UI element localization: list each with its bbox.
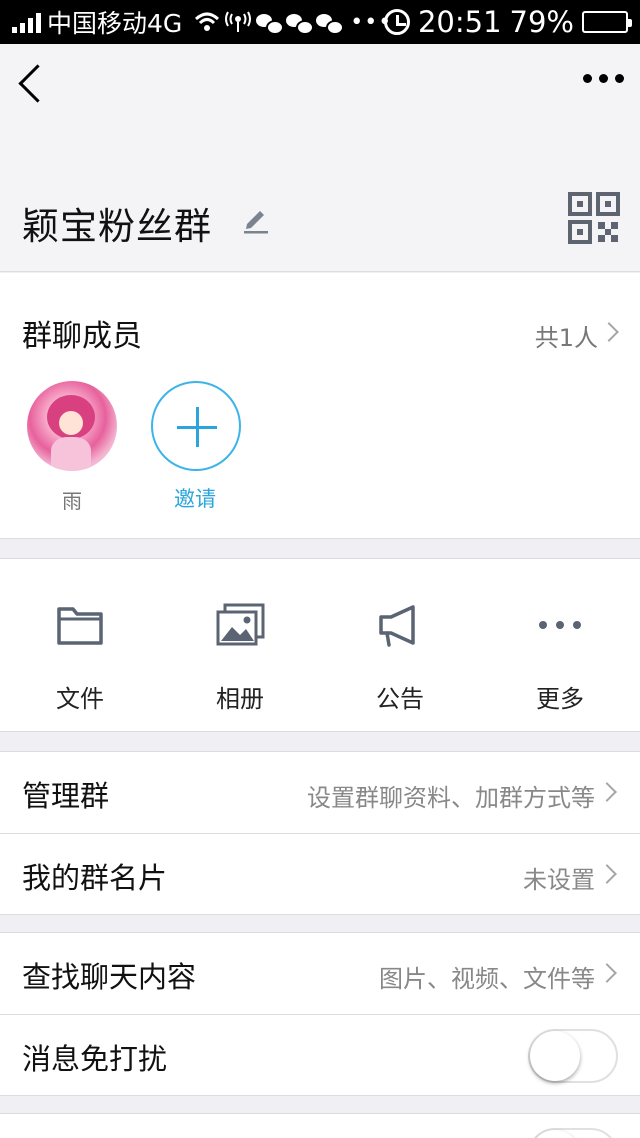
battery-percent: 79% [509, 5, 574, 39]
chevron-right-icon [597, 782, 617, 802]
invite-label[interactable]: 邀请 [174, 483, 216, 513]
wechat-notification-icon [256, 12, 285, 35]
row-label: 消息免打扰 [22, 1042, 168, 1076]
group-header: 颖宝粉丝群 [0, 128, 640, 272]
avatar[interactable] [27, 381, 117, 471]
settings-group-next [0, 1113, 640, 1138]
folder-icon [57, 607, 103, 645]
toggle-switch[interactable] [528, 1128, 618, 1138]
battery-icon [582, 11, 632, 33]
row-label: 查找聊天内容 [22, 960, 197, 994]
pencil-icon[interactable] [241, 204, 271, 234]
row-value: 设置群聊资料、加群方式等 [307, 784, 595, 812]
files-label: 文件 [56, 685, 104, 713]
more-icon [539, 621, 581, 629]
member-name: 雨 [62, 489, 82, 513]
megaphone-icon [379, 605, 415, 647]
announcement-button[interactable]: 公告 [320, 559, 480, 733]
album-button[interactable]: 相册 [160, 559, 320, 733]
row-label: 管理群 [22, 779, 110, 813]
settings-group-chat: 查找聊天内容 图片、视频、文件等 消息免打扰 [0, 932, 640, 1096]
back-icon[interactable] [16, 66, 46, 106]
function-grid: 文件 相册 公告 更多 [0, 558, 640, 732]
row-value: 图片、视频、文件等 [379, 965, 595, 993]
search-chat-row[interactable]: 查找聊天内容 图片、视频、文件等 [0, 933, 640, 1014]
files-button[interactable]: 文件 [0, 559, 160, 733]
more-dots-icon[interactable] [583, 74, 624, 83]
clock: 20:51 [417, 5, 502, 39]
chevron-right-icon [597, 864, 617, 884]
invite-button[interactable] [151, 381, 241, 471]
wechat-notification-icon [316, 12, 345, 35]
more-label: 更多 [536, 685, 584, 713]
members-title: 群聊成员 [22, 319, 142, 354]
do-not-disturb-toggle[interactable] [528, 1029, 618, 1083]
qr-code-icon[interactable] [568, 192, 620, 244]
signal-icon [12, 11, 41, 33]
more-button[interactable]: 更多 [480, 559, 640, 733]
carrier-label: 中国移动4G [47, 9, 183, 38]
status-bar: 中国移动4G ••• 20:51 79% [0, 0, 640, 44]
members-section: 群聊成员 共1人 雨 邀请 [0, 273, 640, 539]
settings-group-manage: 管理群 设置群聊资料、加群方式等 我的群名片 未设置 [0, 751, 640, 915]
row-value: 未设置 [523, 866, 595, 894]
wechat-notification-icon [286, 12, 315, 35]
wifi-icon [195, 12, 220, 31]
hotspot-icon [225, 11, 252, 32]
group-name: 颖宝粉丝群 [22, 205, 212, 248]
chevron-right-icon [597, 963, 617, 983]
nav-bar [0, 44, 640, 128]
member-count[interactable]: 共1人 [535, 318, 598, 353]
my-group-card-row[interactable]: 我的群名片 未设置 [0, 833, 640, 914]
alarm-icon [383, 9, 410, 35]
album-icon [216, 603, 265, 646]
manage-group-row[interactable]: 管理群 设置群聊资料、加群方式等 [0, 752, 640, 833]
chevron-right-icon[interactable] [599, 322, 619, 342]
do-not-disturb-row: 消息免打扰 [0, 1014, 640, 1095]
row-label: 我的群名片 [22, 861, 168, 895]
announcement-label: 公告 [376, 685, 424, 713]
album-label: 相册 [216, 685, 264, 713]
